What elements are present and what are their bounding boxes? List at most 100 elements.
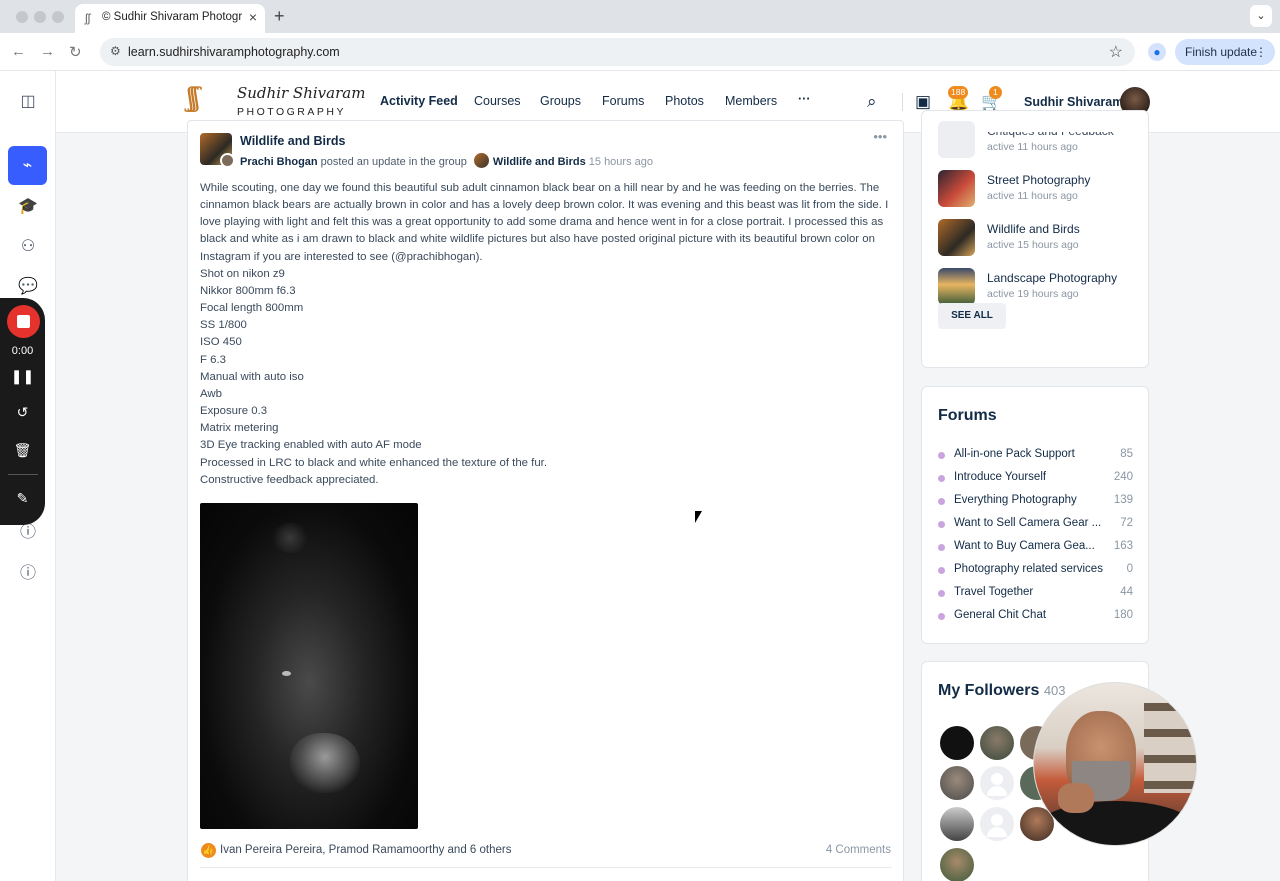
like-reaction-icon[interactable]: 👍: [201, 843, 216, 858]
tab-search-chevron-icon[interactable]: ⌄: [1250, 5, 1272, 27]
forum-name[interactable]: All-in-one Pack Support: [954, 448, 1104, 460]
sidebar-toggle-icon[interactable]: ◫: [16, 90, 40, 114]
bookmark-star-icon[interactable]: ☆: [1109, 42, 1123, 62]
forum-name[interactable]: Everything Photography: [954, 494, 1104, 506]
post-photo-bear[interactable]: [200, 503, 418, 829]
forum-item[interactable]: Want to Buy Camera Gea... 163: [938, 540, 1133, 556]
post-author[interactable]: Prachi Bhogan: [240, 156, 318, 168]
finish-update-button[interactable]: Finish update ⋮: [1175, 39, 1275, 65]
post-reactors[interactable]: Ivan Pereira Pereira, Pramod Ramamoorthy…: [220, 844, 511, 856]
nav-groups[interactable]: Groups: [540, 94, 581, 108]
author-avatar[interactable]: [220, 153, 235, 168]
restart-icon[interactable]: ↺: [0, 404, 45, 421]
post-line: Shot on nikon z9: [200, 267, 285, 280]
info-icon-2[interactable]: ⓘ: [16, 562, 40, 586]
forums-icon[interactable]: 💬: [16, 275, 40, 299]
forum-name[interactable]: Travel Together: [954, 586, 1104, 598]
forum-dot-icon: [938, 567, 945, 574]
pencil-icon[interactable]: ✎: [0, 490, 45, 507]
pause-icon[interactable]: ❚❚: [0, 368, 45, 385]
forum-dot-icon: [938, 521, 945, 528]
nav-courses[interactable]: Courses: [474, 94, 521, 108]
nav-photos[interactable]: Photos: [665, 94, 704, 108]
followers-widget-title: My Followers 403: [938, 682, 1066, 700]
search-icon[interactable]: ⌕: [867, 92, 877, 112]
post-group-name[interactable]: Wildlife and Birds: [240, 134, 345, 148]
browser-tab-bar: ʃʃ © Sudhir Shivaram Photography × + ⌄: [0, 0, 1280, 33]
forum-item[interactable]: General Chit Chat 180: [938, 609, 1133, 625]
comments-count[interactable]: 4 Comments: [826, 844, 891, 856]
group-item-name[interactable]: Wildlife and Birds: [987, 222, 1080, 236]
group-item-avatar: [938, 219, 975, 256]
group-item-name[interactable]: Street Photography: [987, 173, 1090, 187]
forum-dot-icon: [938, 613, 945, 620]
forum-count: 85: [1120, 448, 1133, 460]
inbox-icon[interactable]: ▣: [915, 92, 931, 112]
forum-name[interactable]: Want to Buy Camera Gea...: [954, 540, 1104, 552]
post-line: Manual with auto iso: [200, 370, 304, 383]
forum-item[interactable]: Photography related services 0: [938, 563, 1133, 579]
activity-icon[interactable]: ⌁: [8, 146, 47, 185]
recording-timer: 0:00: [11, 345, 34, 357]
group-item-name[interactable]: Critiques and Feedback: [987, 132, 1114, 138]
site-settings-icon[interactable]: ⚙: [110, 44, 121, 58]
nav-activity-feed[interactable]: Activity Feed: [380, 94, 458, 108]
forum-item[interactable]: Travel Together 44: [938, 586, 1133, 602]
browser-profile-icon[interactable]: ●: [1148, 43, 1166, 61]
stop-recording-button[interactable]: [7, 305, 40, 338]
new-tab-icon[interactable]: +: [274, 6, 285, 27]
forward-icon[interactable]: →: [40, 43, 55, 60]
see-all-groups-button[interactable]: SEE ALL: [938, 303, 1006, 329]
logo-mark-icon: ʃʃʃ: [187, 83, 200, 113]
forum-item[interactable]: Introduce Yourself 240: [938, 471, 1133, 487]
reload-icon[interactable]: ↻: [69, 43, 82, 61]
follower-avatar[interactable]: [980, 726, 1014, 760]
groups-icon[interactable]: ⚇: [16, 235, 40, 259]
trash-icon[interactable]: 🗑: [0, 442, 45, 459]
recorder-divider: [8, 474, 38, 475]
follower-avatar[interactable]: [940, 726, 974, 760]
forum-item[interactable]: Want to Sell Camera Gear ... 72: [938, 517, 1133, 533]
activity-post-card: Wildlife and Birds Prachi Bhogan posted …: [187, 120, 904, 881]
post-line: F 6.3: [200, 353, 226, 366]
courses-icon[interactable]: 🎓: [16, 195, 40, 219]
header-username[interactable]: Sudhir Shivaram: [1024, 95, 1123, 109]
forum-count: 44: [1120, 586, 1133, 598]
window-zoom-button[interactable]: [52, 11, 64, 23]
forum-name[interactable]: Photography related services: [954, 563, 1124, 575]
window-close-button[interactable]: [16, 11, 28, 23]
address-bar[interactable]: ⚙ learn.sudhirshivaramphotography.com ☆: [100, 38, 1135, 66]
webcam-overlay[interactable]: [1033, 682, 1197, 846]
follower-avatar[interactable]: [980, 807, 1014, 841]
follower-avatar[interactable]: [940, 807, 974, 841]
back-icon[interactable]: ←: [11, 43, 26, 60]
group-item-name[interactable]: Landscape Photography: [987, 271, 1117, 285]
forum-name[interactable]: Want to Sell Camera Gear ...: [954, 517, 1104, 529]
forum-item[interactable]: All-in-one Pack Support 85: [938, 448, 1133, 464]
forum-dot-icon: [938, 452, 945, 459]
follower-avatar[interactable]: [940, 766, 974, 800]
forum-name[interactable]: Introduce Yourself: [954, 471, 1104, 483]
forum-item[interactable]: Everything Photography 139: [938, 494, 1133, 510]
group-item-avatar: [938, 121, 975, 158]
group-avatar[interactable]: [200, 133, 235, 168]
card-divider: [200, 867, 892, 868]
tab-close-icon[interactable]: ×: [249, 9, 257, 25]
webcam-detail: [1144, 703, 1196, 793]
photo-detail: [282, 671, 291, 676]
nav-more-icon[interactable]: ···: [798, 92, 811, 106]
post-options-icon[interactable]: •••: [873, 129, 887, 144]
follower-avatar[interactable]: [980, 766, 1014, 800]
window-minimize-button[interactable]: [34, 11, 46, 23]
post-line: Exposure 0.3: [200, 405, 268, 418]
browser-menu-icon[interactable]: ⋮: [1255, 39, 1267, 65]
nav-forums[interactable]: Forums: [602, 94, 644, 108]
follower-avatar[interactable]: [940, 848, 974, 881]
group-mini-avatar: [473, 153, 489, 168]
post-group-link[interactable]: Wildlife and Birds: [493, 156, 586, 168]
browser-tab[interactable]: ʃʃ © Sudhir Shivaram Photography ×: [75, 4, 265, 33]
nav-members[interactable]: Members: [725, 94, 777, 108]
site-logo[interactable]: ʃʃʃ Sudhir Shivaram PHOTOGRAPHY: [187, 83, 365, 121]
forum-name[interactable]: General Chit Chat: [954, 609, 1104, 621]
post-action: posted an update in the group: [317, 156, 470, 168]
